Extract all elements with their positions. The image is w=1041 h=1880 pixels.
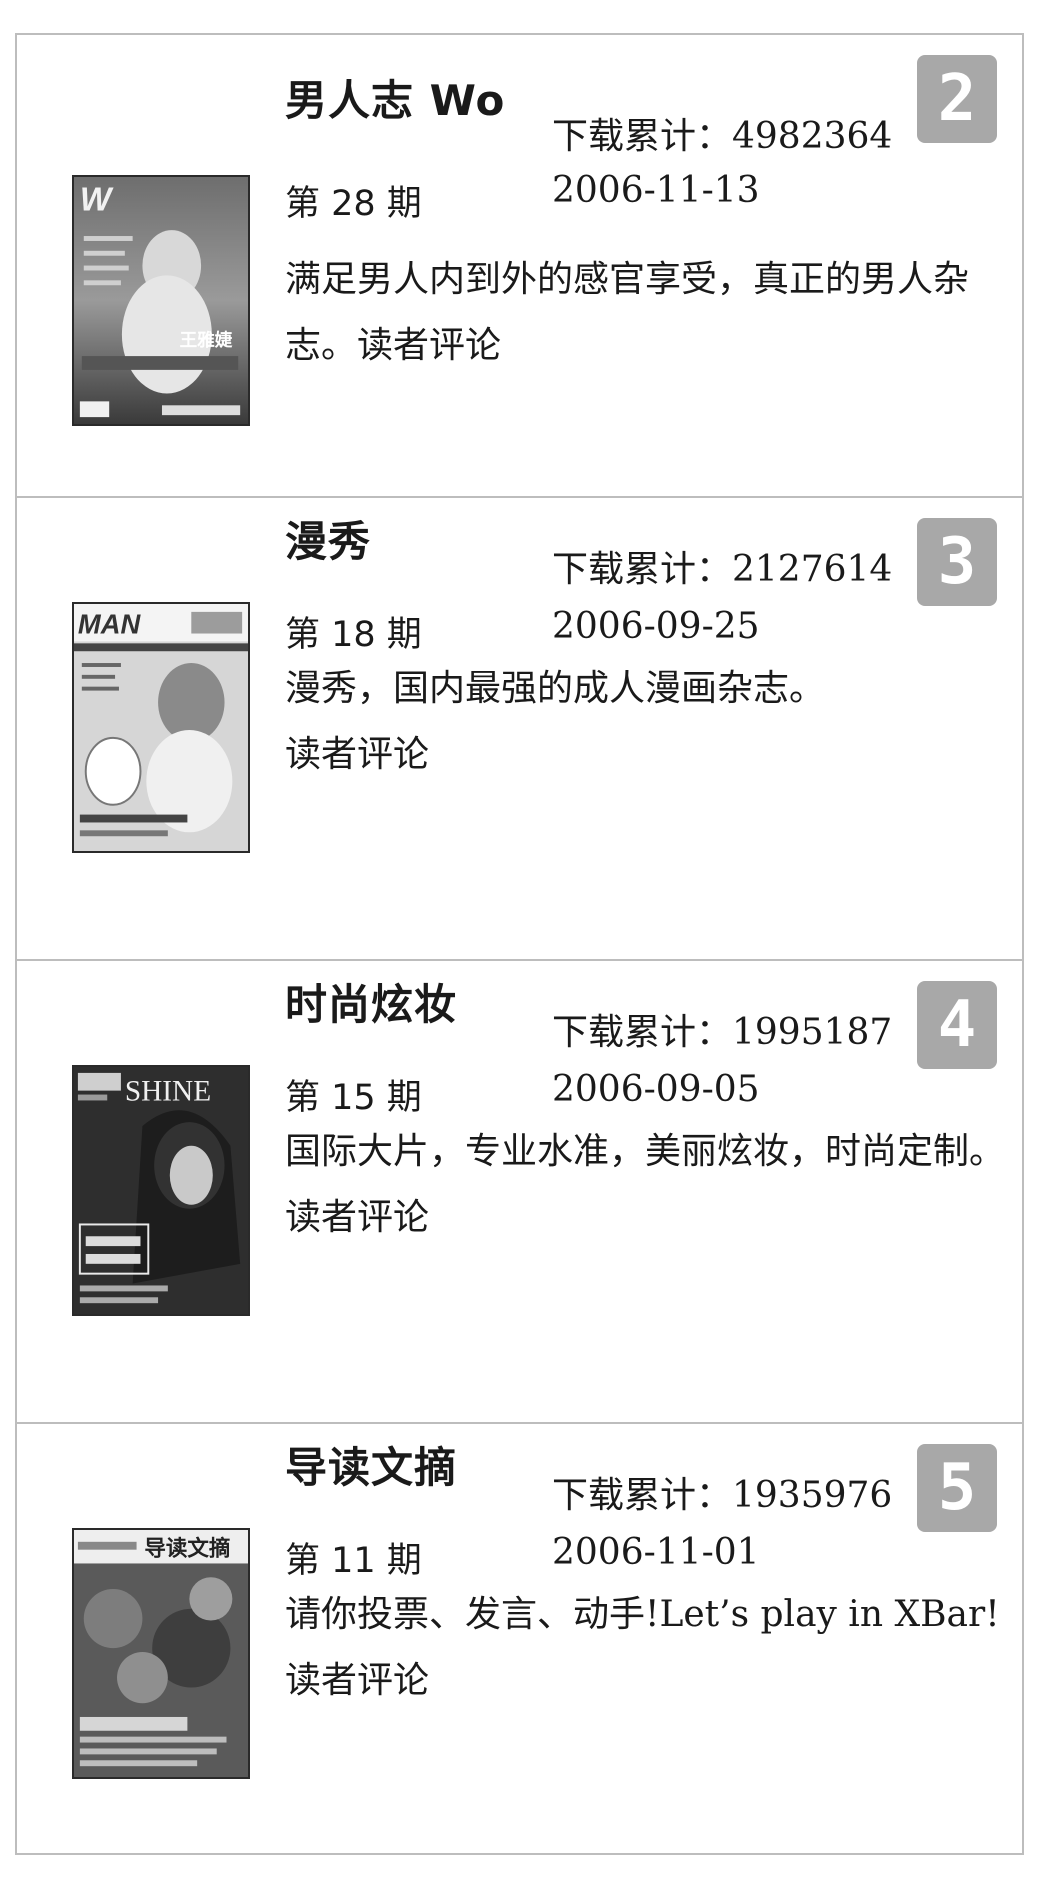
issue-date: 2006-09-25 xyxy=(552,606,760,647)
download-count: 下载累计：4982364 xyxy=(552,116,893,157)
rank-badge: 3 xyxy=(917,518,997,606)
magazine-cover-image[interactable]: MAN xyxy=(72,602,250,853)
cover-title-text: 导读文摘 xyxy=(144,1536,230,1562)
cover-title-text: SHINE xyxy=(125,1075,211,1107)
issue-number: 第 28 期 xyxy=(285,184,422,224)
reader-comments-link[interactable]: 读者评论 xyxy=(285,1660,429,1701)
magazine-description: 满足男人内到外的感官享受，真正的男人杂志。读者评论 xyxy=(285,247,1020,379)
rank-badge: 4 xyxy=(917,981,997,1069)
rank-badge: 2 xyxy=(917,55,997,143)
magazine-title[interactable]: 导读文摘 xyxy=(285,1434,457,1495)
issue-date: 2006-11-13 xyxy=(552,170,760,211)
magazine-cover-image[interactable]: 导读文摘 xyxy=(72,1528,250,1779)
cover-title-text: MAN xyxy=(78,608,141,639)
download-count: 下载累计：2127614 xyxy=(552,549,893,590)
magazine-title[interactable]: 男人志 Wo xyxy=(285,67,505,128)
magazine-title[interactable]: 漫秀 xyxy=(285,508,371,569)
magazine-row: 男人志 Wo 下载累计：4982364 2006-11-13 第 28 期 2 … xyxy=(17,35,1022,498)
download-count: 下载累计：1995187 xyxy=(552,1012,893,1053)
issue-number: 第 18 期 xyxy=(285,615,422,655)
magazine-cover-image[interactable]: W 王雅婕 xyxy=(72,175,250,426)
svg-text:W: W xyxy=(80,181,114,218)
download-count: 下载累计：1935976 xyxy=(552,1475,893,1516)
cover-title-text: 王雅婕 xyxy=(180,329,233,351)
reader-comments-link[interactable]: 读者评论 xyxy=(285,1197,429,1238)
magazine-description: 国际大片，专业水准，美丽炫妆，时尚定制。 读者评论 xyxy=(285,1119,1020,1251)
magazine-row: 漫秀 下载累计：2127614 2006-09-25 第 18 期 3 MAN xyxy=(17,498,1022,961)
reader-comments-link[interactable]: 读者评论 xyxy=(357,325,501,366)
magazine-description: 漫秀，国内最强的成人漫画杂志。 读者评论 xyxy=(285,656,1020,788)
reader-comments-link[interactable]: 读者评论 xyxy=(285,734,429,775)
issue-number: 第 15 期 xyxy=(285,1078,422,1118)
description-text: 漫秀，国内最强的成人漫画杂志。 xyxy=(285,668,826,709)
description-text: 请你投票、发言、动手!Let’s play in XBar! xyxy=(285,1594,1000,1635)
magazine-title[interactable]: 时尚炫妆 xyxy=(285,971,457,1032)
magazine-cover-image[interactable]: SHINE xyxy=(72,1065,250,1316)
magazine-row: 导读文摘 下载累计：1935976 2006-11-01 第 11 期 5 导读… xyxy=(17,1424,1022,1853)
magazine-row: 时尚炫妆 下载累计：1995187 2006-09-05 第 15 期 4 SH… xyxy=(17,961,1022,1424)
description-text: 国际大片，专业水准，美丽炫妆，时尚定制。 xyxy=(285,1131,1006,1172)
issue-date: 2006-11-01 xyxy=(552,1532,760,1573)
magazine-description: 请你投票、发言、动手!Let’s play in XBar! 读者评论 xyxy=(285,1582,1020,1714)
issue-number: 第 11 期 xyxy=(285,1541,422,1581)
issue-date: 2006-09-05 xyxy=(552,1069,760,1110)
magazine-ranking-list: 男人志 Wo 下载累计：4982364 2006-11-13 第 28 期 2 … xyxy=(15,33,1024,1855)
rank-badge: 5 xyxy=(917,1444,997,1532)
